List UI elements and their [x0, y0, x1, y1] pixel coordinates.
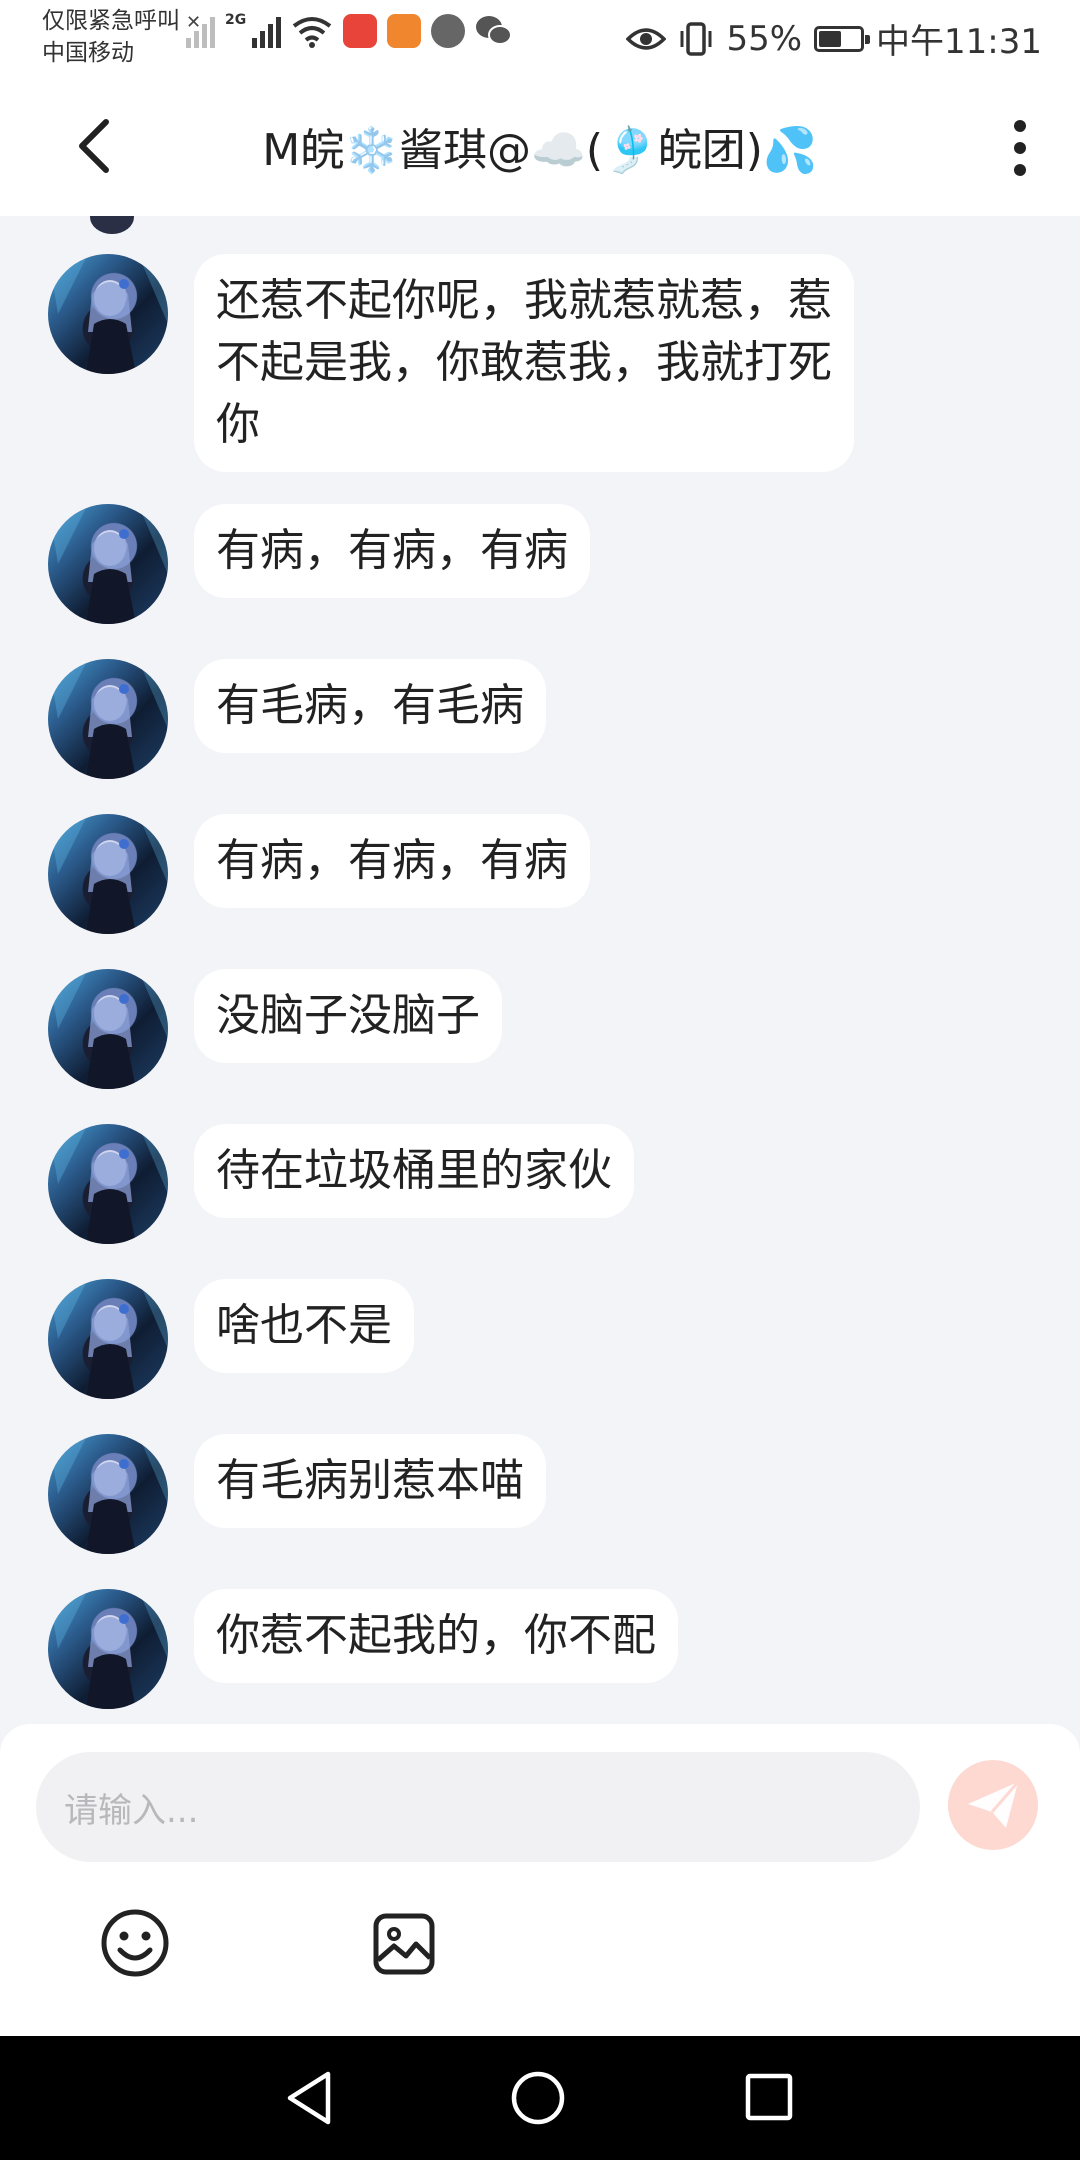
huawei-store-icon [343, 14, 378, 48]
avatar[interactable] [48, 1589, 168, 1709]
network-type: 2G [225, 12, 247, 28]
signal-empty-icon [186, 14, 215, 48]
wifi-icon [293, 17, 332, 48]
message-bubble[interactable]: 有毛病别惹本喵 [194, 1434, 546, 1528]
eye-comfort-icon [626, 27, 667, 50]
message-bubble[interactable]: 还惹不起你呢，我就惹就惹，惹 不起是我，你敢惹我，我就打死你 [194, 254, 854, 472]
nav-recents-icon[interactable] [744, 2072, 794, 2122]
carrier-line-1: 仅限紧急呼叫 [42, 8, 180, 34]
clock: 中午11:31 [876, 22, 1042, 62]
status-bar: 仅限紧急呼叫 ✕ 中国移动 2G 55% 中午11:31 [0, 0, 1080, 76]
message-text-line: 有病，有病，有病 [216, 835, 568, 886]
composer-panel: 请输入... [0, 1724, 1080, 2036]
message-text-line: 有毛病别惹本喵 [216, 1455, 524, 1506]
avatar[interactable] [48, 659, 168, 779]
message-input-placeholder: 请输入... [64, 1790, 199, 1831]
nav-home-icon[interactable] [510, 2070, 566, 2126]
status-icons-left: 2G [186, 12, 513, 48]
vibrate-icon [680, 21, 712, 56]
chat-title: M皖❄️酱琪@☁️(🎐皖团)💦 [262, 125, 818, 176]
avatar[interactable] [48, 1434, 168, 1554]
avatar[interactable] [48, 969, 168, 1089]
message-bubble[interactable]: 啥也不是 [194, 1279, 414, 1373]
avatar-partial [90, 216, 134, 234]
message-bubble[interactable]: 有病，有病，有病 [194, 504, 590, 598]
system-nav-bar [0, 2036, 1080, 2160]
message-text-line: 啥也不是 [216, 1300, 392, 1351]
avatar[interactable] [48, 254, 168, 374]
battery-icon [814, 25, 871, 52]
message-bubble[interactable]: 你惹不起我的，你不配 [194, 1589, 678, 1683]
image-icon[interactable] [372, 1912, 436, 1976]
wechat-icon [476, 16, 513, 45]
paper-plane-icon [968, 1781, 1020, 1828]
battery-percent: 55% [726, 18, 803, 59]
message-text-line: 没脑子没脑子 [216, 990, 480, 1041]
message-list[interactable]: 还惹不起你呢，我就惹就惹，惹 不起是我，你敢惹我，我就打死你有病，有病，有病 有毛病… [0, 216, 1080, 1724]
more-options-icon[interactable] [1000, 116, 1040, 180]
back-arrow-icon[interactable] [68, 114, 128, 178]
aperture-app-icon [431, 14, 466, 48]
message-text-line: 不起是我，你敢惹我，我就打死 [216, 337, 832, 388]
smiley-icon[interactable] [100, 1908, 170, 1978]
message-bubble[interactable]: 有病，有病，有病 [194, 814, 590, 908]
avatar[interactable] [48, 504, 168, 624]
avatar[interactable] [48, 1124, 168, 1244]
message-bubble[interactable]: 有毛病，有毛病 [194, 659, 546, 753]
avatar[interactable] [48, 1279, 168, 1399]
message-bubble[interactable]: 待在垃圾桶里的家伙 [194, 1124, 634, 1218]
message-text-line: 还惹不起你呢，我就惹就惹，惹 [216, 275, 832, 326]
carrier-info: 仅限紧急呼叫 ✕ 中国移动 [42, 6, 201, 68]
message-text-line: 待在垃圾桶里的家伙 [216, 1145, 612, 1196]
message-text-line: 有毛病，有毛病 [216, 680, 524, 731]
message-text-line: 你 [216, 399, 260, 450]
message-text-line: 有病，有病，有病 [216, 525, 568, 576]
video-app-icon [387, 14, 422, 48]
send-button[interactable] [948, 1760, 1038, 1850]
carrier-line-2: 中国移动 [42, 40, 134, 66]
message-text-line: 你惹不起我的，你不配 [216, 1610, 656, 1661]
chat-header: M皖❄️酱琪@☁️(🎐皖团)💦 [0, 76, 1080, 216]
status-icons-right: 55% 中午11:31 [626, 14, 1042, 63]
signal-icon [252, 14, 282, 48]
avatar[interactable] [48, 814, 168, 934]
message-bubble[interactable]: 没脑子没脑子 [194, 969, 502, 1063]
message-input[interactable]: 请输入... [36, 1752, 920, 1862]
nav-back-icon[interactable] [284, 2070, 334, 2126]
